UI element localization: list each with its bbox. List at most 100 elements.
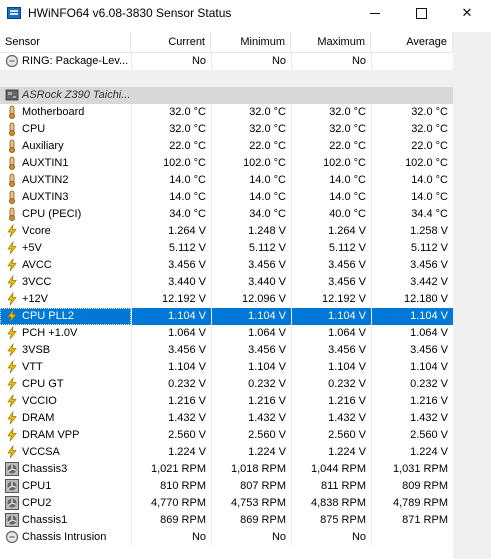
maximize-button[interactable] <box>398 0 444 27</box>
minimum-value: 14.0 °C <box>211 189 291 206</box>
table-row[interactable]: VTT 1.104 V 1.104 V 1.104 V 1.104 V <box>0 359 453 376</box>
minimize-button[interactable] <box>352 0 398 27</box>
average-value: 3.442 V <box>371 274 453 291</box>
table-row[interactable]: DRAM VPP 2.560 V 2.560 V 2.560 V 2.560 V <box>0 427 453 444</box>
maximum-value: 1.104 V <box>291 359 371 376</box>
table-row[interactable]: +5V 5.112 V 5.112 V 5.112 V 5.112 V <box>0 240 453 257</box>
column-header-current[interactable]: Current <box>131 32 211 52</box>
minimum-value: 1.248 V <box>211 223 291 240</box>
maximum-value: 3.456 V <box>291 274 371 291</box>
table-row[interactable]: Chassis3 1,021 RPM 1,018 RPM 1,044 RPM 1,031… <box>0 461 453 478</box>
average-value <box>371 53 453 70</box>
average-value: 102.0 °C <box>371 155 453 172</box>
table-row[interactable]: DRAM 1.432 V 1.432 V 1.432 V 1.432 V <box>0 410 453 427</box>
sensor-name: DRAM <box>22 412 55 424</box>
scrollbar[interactable] <box>453 32 491 559</box>
table-row[interactable]: VCCSA 1.224 V 1.224 V 1.224 V 1.224 V <box>0 444 453 461</box>
table-row[interactable]: Chassis Intrusion No No No <box>0 529 453 546</box>
table-row[interactable]: PCH +1.0V 1.064 V 1.064 V 1.064 V 1.064 V <box>0 325 453 342</box>
spacer-row <box>0 70 453 87</box>
maximum-value: 40.0 °C <box>291 206 371 223</box>
minimum-value: 32.0 °C <box>211 104 291 121</box>
current-value: 34.0 °C <box>131 206 211 223</box>
average-value: 14.0 °C <box>371 172 453 189</box>
column-header-minimum[interactable]: Minimum <box>211 32 291 52</box>
maximum-value: 0.232 V <box>291 376 371 393</box>
table-row[interactable]: AUXTIN1 102.0 °C 102.0 °C 102.0 °C 102.0 °C <box>0 155 453 172</box>
minimum-value: 0.232 V <box>211 376 291 393</box>
average-value: 1.216 V <box>371 393 453 410</box>
minimum-value: 2.560 V <box>211 427 291 444</box>
current-value: 5.112 V <box>131 240 211 257</box>
sensor-name: 3VCC <box>22 276 52 288</box>
average-value: 1,031 RPM <box>371 461 453 478</box>
table-row[interactable]: CPU1 810 RPM 807 RPM 811 RPM 809 RPM <box>0 478 453 495</box>
average-value: 1.258 V <box>371 223 453 240</box>
sensor-name: Auxiliary <box>22 140 64 152</box>
average-value: 809 RPM <box>371 478 453 495</box>
current-value: 32.0 °C <box>131 104 211 121</box>
table-row[interactable]: 3VSB 3.456 V 3.456 V 3.456 V 3.456 V <box>0 342 453 359</box>
minimum-value: 5.112 V <box>211 240 291 257</box>
column-header-sensor[interactable]: Sensor <box>0 32 131 52</box>
close-button[interactable]: ✕ <box>444 0 490 27</box>
table-row[interactable]: RING: Package-Lev... No No No <box>0 53 453 70</box>
table-row[interactable]: Vcore 1.264 V 1.248 V 1.264 V 1.258 V <box>0 223 453 240</box>
sensor-name: Chassis3 <box>22 463 68 475</box>
table-row[interactable]: Auxiliary 22.0 °C 22.0 °C 22.0 °C 22.0 °C <box>0 138 453 155</box>
maximum-value: 32.0 °C <box>291 104 371 121</box>
minimum-value: 1.224 V <box>211 444 291 461</box>
table-row[interactable]: CPU PLL2 1.104 V 1.104 V 1.104 V 1.104 V <box>0 308 453 325</box>
minimum-value: 3.440 V <box>211 274 291 291</box>
maximum-value: 14.0 °C <box>291 172 371 189</box>
table-row[interactable]: AUXTIN3 14.0 °C 14.0 °C 14.0 °C 14.0 °C <box>0 189 453 206</box>
sensor-name: CPU PLL2 <box>0 308 131 325</box>
column-header-maximum[interactable]: Maximum <box>291 32 371 52</box>
app-icon <box>7 7 21 19</box>
table-row[interactable]: CPU (PECI) 34.0 °C 34.0 °C 40.0 °C 34.4 °C <box>0 206 453 223</box>
minimum-value: 1,018 RPM <box>211 461 291 478</box>
average-value: 1.104 V <box>371 308 453 325</box>
sensor-name: VCCIO <box>22 395 57 407</box>
table-row[interactable]: AUXTIN2 14.0 °C 14.0 °C 14.0 °C 14.0 °C <box>0 172 453 189</box>
average-value: 3.456 V <box>371 342 453 359</box>
column-header-average[interactable]: Average <box>371 32 453 52</box>
sensor-group-row[interactable]: ASRock Z390 Taichi... <box>0 87 453 104</box>
current-value: 1.104 V <box>131 308 211 325</box>
table-row[interactable]: VCCIO 1.216 V 1.216 V 1.216 V 1.216 V <box>0 393 453 410</box>
maximum-value: 1.104 V <box>291 308 371 325</box>
minimum-value: 4,753 RPM <box>211 495 291 512</box>
average-value: 32.0 °C <box>371 121 453 138</box>
maximum-value: 1.216 V <box>291 393 371 410</box>
maximum-value: 3.456 V <box>291 342 371 359</box>
maximum-value: 2.560 V <box>291 427 371 444</box>
average-value: 32.0 °C <box>371 104 453 121</box>
current-value: 810 RPM <box>131 478 211 495</box>
table-row[interactable]: 3VCC 3.440 V 3.440 V 3.456 V 3.442 V <box>0 274 453 291</box>
average-value: 3.456 V <box>371 257 453 274</box>
current-value: 1.432 V <box>131 410 211 427</box>
minimum-value: 1.064 V <box>211 325 291 342</box>
current-value: 1.104 V <box>131 359 211 376</box>
maximum-value: 1.224 V <box>291 444 371 461</box>
current-value: No <box>131 529 211 546</box>
average-value: 4,789 RPM <box>371 495 453 512</box>
table-row[interactable]: CPU 32.0 °C 32.0 °C 32.0 °C 32.0 °C <box>0 121 453 138</box>
maximum-value: 811 RPM <box>291 478 371 495</box>
table-row[interactable]: +12V 12.192 V 12.096 V 12.192 V 12.180 V <box>0 291 453 308</box>
sensor-name: 3VSB <box>22 344 51 356</box>
maximum-value: 1,044 RPM <box>291 461 371 478</box>
maximum-value: No <box>291 53 371 70</box>
average-value: 1.224 V <box>371 444 453 461</box>
table-row[interactable]: CPU2 4,770 RPM 4,753 RPM 4,838 RPM 4,789 RPM <box>0 495 453 512</box>
minimum-value: 3.456 V <box>211 257 291 274</box>
table-row[interactable]: Chassis1 869 RPM 869 RPM 875 RPM 871 RPM <box>0 512 453 529</box>
sensor-name: CPU (PECI) <box>22 208 82 220</box>
table-row[interactable]: Motherboard 32.0 °C 32.0 °C 32.0 °C 32.0 °C <box>0 104 453 121</box>
table-row[interactable]: AVCC 3.456 V 3.456 V 3.456 V 3.456 V <box>0 257 453 274</box>
minimum-value: 1.432 V <box>211 410 291 427</box>
current-value: 1.064 V <box>131 325 211 342</box>
table-row[interactable]: CPU GT 0.232 V 0.232 V 0.232 V 0.232 V <box>0 376 453 393</box>
minimum-value: 1.216 V <box>211 393 291 410</box>
minimize-icon <box>370 13 380 15</box>
